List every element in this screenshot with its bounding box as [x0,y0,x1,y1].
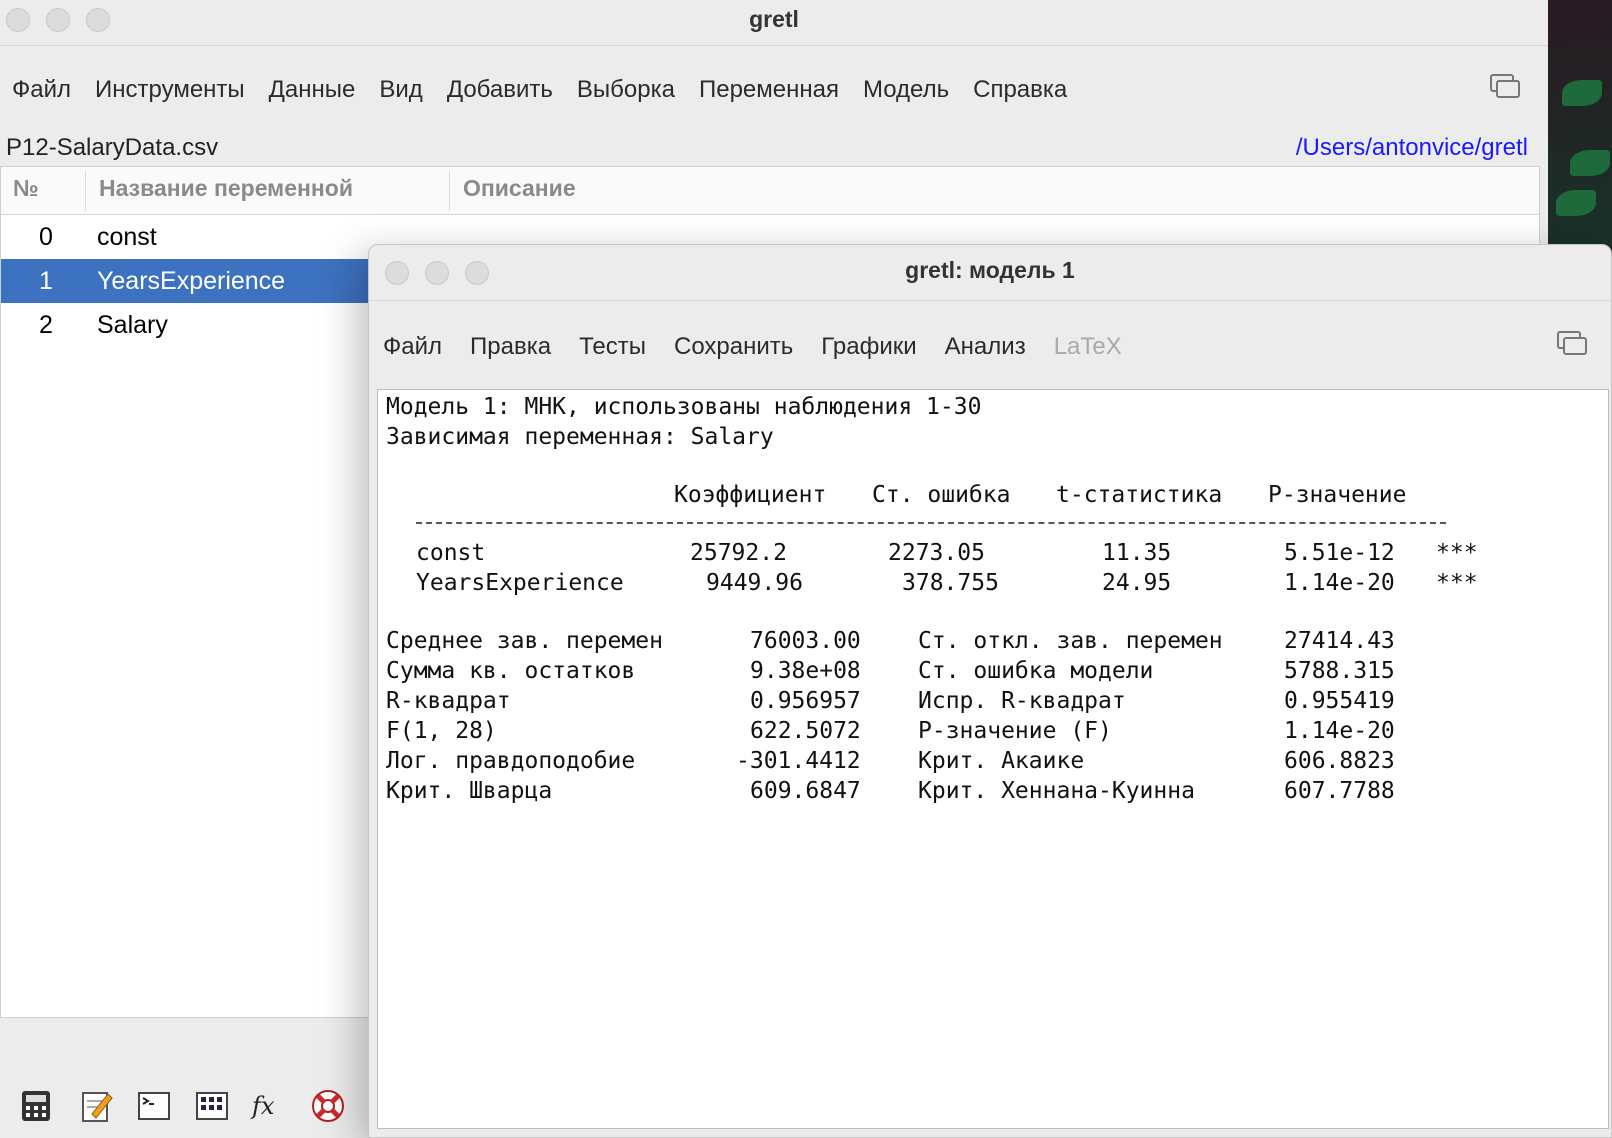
stat-label: Ст. откл. зав. перемен [918,628,1223,654]
matrix-icon[interactable] [194,1088,230,1124]
menu-edit[interactable]: Правка [456,327,565,367]
coef-var-name: YearsExperience [416,570,624,596]
stat-label: R-квадрат [386,688,511,714]
stat-value: 0.955419 [1284,688,1395,714]
coef-value: 9449.96 [706,570,803,596]
model-description: Модель 1: МНК, использованы наблюдения 1… [386,394,982,420]
significance-stars: *** [1436,540,1478,566]
menu-model[interactable]: Модель [851,70,961,110]
header-t-stat: t-статистика [1056,482,1223,508]
variable-name: Salary [97,311,168,339]
stat-value: 5788.315 [1284,658,1395,684]
model-titlebar: gretl: модель 1 [369,245,1611,301]
coef-value: 25792.2 [690,540,787,566]
header-coefficient: Коэффициент [674,482,827,508]
stat-value: 76003.00 [750,628,861,654]
coef-var-name: const [416,540,486,566]
main-titlebar: gretl [0,0,1548,46]
stat-value: 9.38e+08 [750,658,861,684]
menu-graphs[interactable]: Графики [807,327,930,367]
model-window-title: gretl: модель 1 [905,257,1075,283]
stat-value: 1.14e-20 [1284,718,1395,744]
stat-value: -301.4412 [736,748,861,774]
menu-analysis[interactable]: Анализ [931,327,1040,367]
leaf-decoration [1556,190,1596,216]
t-stat-value: 11.35 [1102,540,1172,566]
row-number: 1 [39,267,53,295]
significance-stars: *** [1436,570,1478,596]
terminal-icon[interactable] [136,1088,172,1124]
row-number: 2 [39,311,53,339]
menu-help[interactable]: Справка [961,70,1079,110]
variable-name: YearsExperience [97,267,286,295]
stat-value: 622.5072 [750,718,861,744]
menu-tools[interactable]: Инструменты [83,70,257,110]
column-header-number[interactable]: № [13,175,39,202]
stat-label: Ст. ошибка модели [918,658,1154,684]
column-header-description[interactable]: Описание [463,175,576,202]
stat-value: 607.7788 [1284,778,1395,804]
main-menubar: Файл Инструменты Данные Вид Добавить Выб… [0,70,1079,110]
t-stat-value: 24.95 [1102,570,1172,596]
stat-label: F(1, 28) [386,718,497,744]
lifebuoy-icon[interactable] [310,1088,346,1124]
variable-name: const [97,223,157,251]
table-divider [416,522,1446,524]
working-directory-path[interactable]: /Users/antonvice/gretl [1296,134,1528,162]
model-window: gretl: модель 1 Файл Правка Тесты Сохран… [368,244,1612,1138]
stat-label: Сумма кв. остатков [386,658,636,684]
notepad-icon[interactable] [78,1088,114,1124]
dataset-filename: P12-SalaryData.csv [6,134,219,161]
stat-label: Крит. Шварца [386,778,553,804]
function-fx-icon[interactable]: fx [252,1088,288,1124]
stat-label: P-значение (F) [918,718,1112,744]
stat-label: Испр. R-квадрат [918,688,1126,714]
header-p-value: P-значение [1268,482,1407,508]
p-value: 1.14e-20 [1284,570,1395,596]
menu-save[interactable]: Сохранить [660,327,807,367]
model-menubar: Файл Правка Тесты Сохранить Графики Анал… [369,327,1136,367]
menu-data[interactable]: Данные [257,70,368,110]
leaf-decoration [1570,150,1610,176]
menu-tests[interactable]: Тесты [565,327,660,367]
stat-label: Крит. Акаике [918,748,1085,774]
table-header: № Название переменной Описание [1,167,1539,215]
windows-list-icon[interactable] [1490,74,1522,102]
stat-label: Лог. правдоподобие [386,748,636,774]
stat-value: 27414.43 [1284,628,1395,654]
model-output-text[interactable]: Модель 1: МНК, использованы наблюдения 1… [377,389,1609,1129]
std-error-value: 2273.05 [888,540,985,566]
windows-list-icon[interactable] [1557,331,1589,359]
std-error-value: 378.755 [902,570,999,596]
menu-add[interactable]: Добавить [435,70,565,110]
menu-view[interactable]: Вид [367,70,434,110]
leaf-decoration [1562,80,1602,106]
window-title: gretl [749,6,799,32]
menu-latex: LaTeX [1053,333,1122,360]
row-number: 0 [39,223,53,251]
header-std-error: Ст. ошибка [872,482,1011,508]
calculator-icon[interactable] [18,1088,54,1124]
menu-variable[interactable]: Переменная [687,70,851,110]
column-header-name[interactable]: Название переменной [99,175,353,202]
menu-file[interactable]: Файл [0,70,83,110]
stat-label: Среднее зав. перемен [386,628,663,654]
stat-value: 609.6847 [750,778,861,804]
stat-label: Крит. Хеннана-Куинна [918,778,1195,804]
stat-value: 0.956957 [750,688,861,714]
p-value: 5.51e-12 [1284,540,1395,566]
menu-sample[interactable]: Выборка [565,70,687,110]
dependent-variable: Зависимая переменная: Salary [386,424,774,450]
menu-file[interactable]: Файл [369,327,456,367]
stat-value: 606.8823 [1284,748,1395,774]
